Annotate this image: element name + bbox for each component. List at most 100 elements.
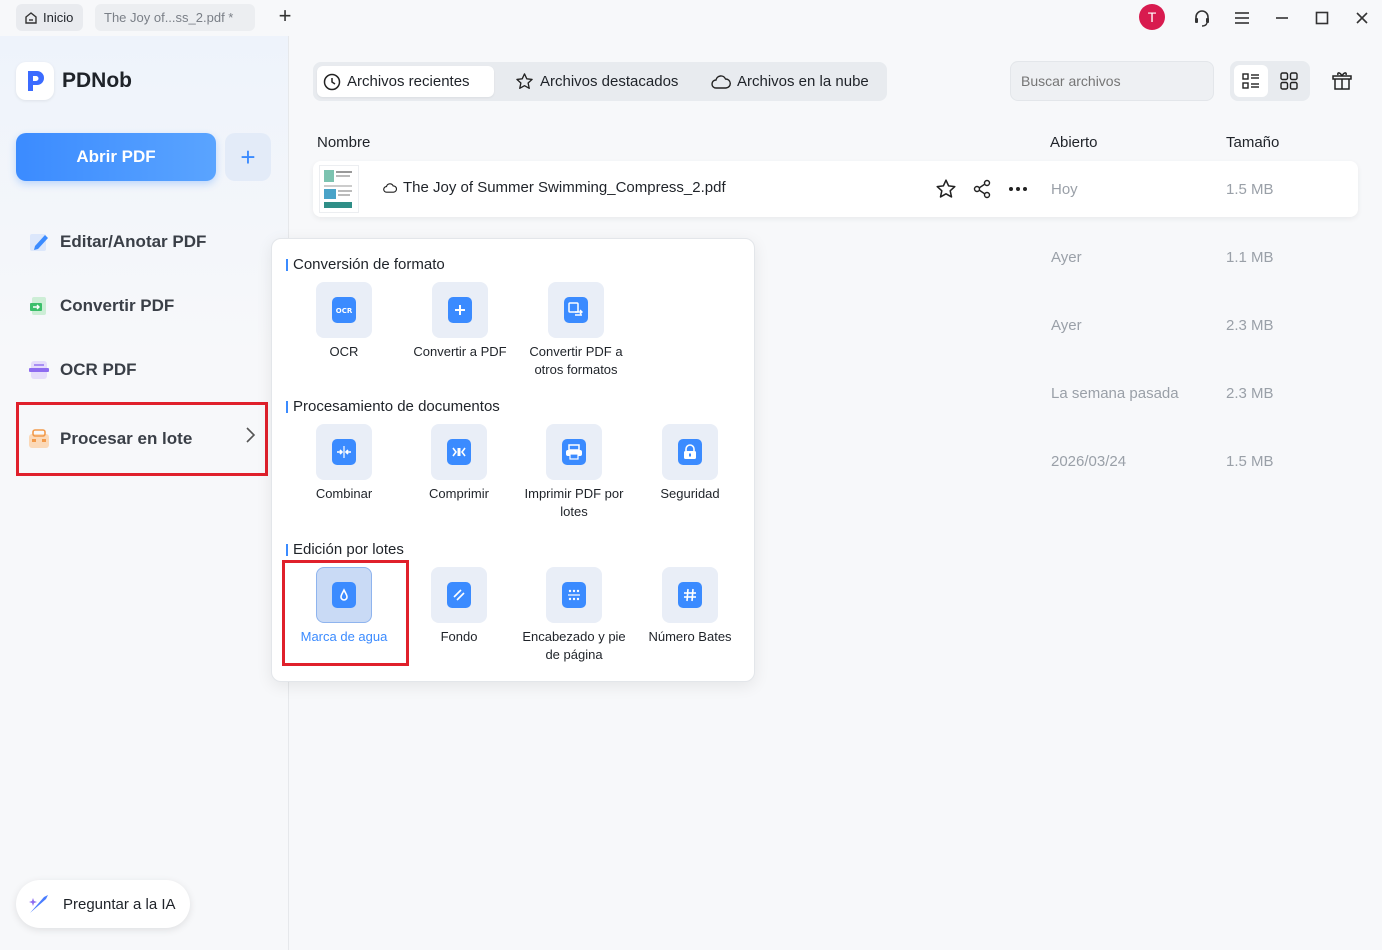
tool-batch-print[interactable]: Imprimir PDF por lotes xyxy=(518,424,630,521)
tool-convert-to-pdf[interactable]: Convertir a PDF xyxy=(404,282,516,361)
section-title-batch-editing: Edición por lotes xyxy=(286,542,404,557)
highlight-frame xyxy=(282,560,409,666)
tool-ocr[interactable]: OCR OCR xyxy=(288,282,400,361)
sidebar-item-label: Convertir PDF xyxy=(60,296,175,315)
app-logo: PDNob xyxy=(16,62,132,100)
hash-icon xyxy=(662,567,718,623)
sidebar-item-label: Procesar en lote xyxy=(60,429,193,448)
trash-icon[interactable] xyxy=(1330,69,1354,98)
section-title-format-conversion: Conversión de formato xyxy=(286,257,445,272)
tool-convert-pdf-to-formats[interactable]: Convertir PDF a otros formatos xyxy=(520,282,632,379)
tab-document[interactable]: The Joy of...ss_2.pdf * xyxy=(95,4,255,31)
ocr-icon xyxy=(26,357,52,383)
tool-label: Encabezado y pie de página xyxy=(522,629,626,662)
tool-header-footer[interactable]: Encabezado y pie de página xyxy=(518,567,630,664)
search-input[interactable] xyxy=(1010,61,1214,101)
tool-label: Seguridad xyxy=(660,486,720,501)
tab-label: Archivos destacados xyxy=(540,73,679,90)
list-view-icon[interactable] xyxy=(1234,65,1268,97)
background-icon xyxy=(431,567,487,623)
column-header-opened[interactable]: Abierto xyxy=(1050,134,1098,151)
tab-document-label: The Joy of...ss_2.pdf * xyxy=(104,10,234,25)
tab-label: Archivos recientes xyxy=(347,73,470,90)
tool-label: Convertir a PDF xyxy=(413,344,507,359)
tool-bates-number[interactable]: Número Bates xyxy=(634,567,746,646)
support-icon[interactable] xyxy=(1189,5,1215,31)
tool-label: OCR xyxy=(329,344,359,359)
file-thumbnail xyxy=(319,165,359,213)
sidebar-item-batch[interactable]: Procesar en lote xyxy=(16,402,268,476)
file-size: 2.3 MB xyxy=(1226,385,1274,402)
title-bar: Inicio The Joy of...ss_2.pdf * + T xyxy=(0,0,1382,36)
tab-home[interactable]: Inicio xyxy=(16,4,83,31)
file-opened: La semana pasada xyxy=(1051,385,1179,402)
merge-icon xyxy=(316,424,372,480)
minimize-icon[interactable] xyxy=(1269,5,1295,31)
sidebar-item-edit[interactable]: Editar/Anotar PDF xyxy=(16,210,268,274)
chevron-right-icon xyxy=(246,427,256,443)
menu-icon[interactable] xyxy=(1229,5,1255,31)
cloud-icon xyxy=(711,74,731,89)
section-title-document-processing: Procesamiento de documentos xyxy=(286,399,500,414)
add-button[interactable]: + xyxy=(225,133,271,181)
sidebar: PDNob Abrir PDF + Editar/Anotar PDF Conv… xyxy=(0,36,289,950)
maximize-icon[interactable] xyxy=(1309,5,1335,31)
lock-icon xyxy=(662,424,718,480)
convert-formats-icon xyxy=(548,282,604,338)
tool-security[interactable]: Seguridad xyxy=(634,424,746,503)
share-icon[interactable] xyxy=(972,178,992,205)
star-icon xyxy=(516,73,533,90)
file-size: 1.5 MB xyxy=(1226,181,1274,198)
tool-background[interactable]: Fondo xyxy=(403,567,515,646)
cloud-icon xyxy=(383,182,397,193)
sidebar-item-label: OCR PDF xyxy=(60,360,137,379)
tool-label: Imprimir PDF por lotes xyxy=(524,486,624,519)
header-footer-icon xyxy=(546,567,602,623)
batch-icon xyxy=(26,426,52,452)
open-pdf-button[interactable]: Abrir PDF xyxy=(16,133,216,181)
avatar-initial: T xyxy=(1147,9,1157,25)
svg-text:OCR: OCR xyxy=(336,307,353,315)
close-icon[interactable] xyxy=(1349,5,1375,31)
add-document-icon xyxy=(432,282,488,338)
file-size: 2.3 MB xyxy=(1226,317,1274,334)
tool-label: Comprimir xyxy=(429,486,489,501)
printer-icon xyxy=(546,424,602,480)
file-opened: Hoy xyxy=(1051,181,1078,198)
tool-combine[interactable]: Combinar xyxy=(288,424,400,503)
tab-cloud-files[interactable]: Archivos en la nube xyxy=(705,66,869,97)
star-icon[interactable] xyxy=(935,178,957,205)
tab-home-label: Inicio xyxy=(43,10,74,25)
sidebar-item-ocr[interactable]: OCR PDF xyxy=(16,338,268,402)
file-size: 1.5 MB xyxy=(1226,453,1274,470)
view-toggle xyxy=(1230,61,1310,101)
tab-starred-files[interactable]: Archivos destacados xyxy=(509,66,678,97)
more-options-icon[interactable] xyxy=(1007,179,1029,204)
sidebar-item-label: Editar/Anotar PDF xyxy=(60,232,207,251)
table-row[interactable]: The Joy of Summer Swimming_Compress_2.pd… xyxy=(313,161,1358,217)
edit-icon xyxy=(26,229,52,255)
app-name: PDNob xyxy=(62,69,132,92)
file-opened: Ayer xyxy=(1051,249,1082,266)
tool-label: Fondo xyxy=(440,629,478,644)
column-header-size[interactable]: Tamaño xyxy=(1226,134,1279,151)
ocr-tool-icon: OCR xyxy=(316,282,372,338)
tab-recent-files[interactable]: Archivos recientes xyxy=(317,66,494,97)
avatar[interactable]: T xyxy=(1139,4,1165,30)
ask-ai-label: Preguntar a la IA xyxy=(63,895,176,913)
column-header-name[interactable]: Nombre xyxy=(317,134,370,151)
tool-label: Número Bates xyxy=(648,629,732,644)
home-icon xyxy=(25,11,37,24)
new-tab-button[interactable]: + xyxy=(274,5,296,28)
grid-view-icon[interactable] xyxy=(1272,65,1306,97)
file-size: 1.1 MB xyxy=(1226,249,1274,266)
ask-ai-button[interactable]: Preguntar a la IA xyxy=(16,880,190,928)
tool-compress[interactable]: Comprimir xyxy=(403,424,515,503)
tool-label: Combinar xyxy=(315,486,373,501)
file-name[interactable]: The Joy of Summer Swimming_Compress_2.pd… xyxy=(383,179,726,196)
clock-icon xyxy=(323,73,341,90)
file-name-label: The Joy of Summer Swimming_Compress_2.pd… xyxy=(403,179,726,196)
compress-icon xyxy=(431,424,487,480)
sidebar-item-convert[interactable]: Convertir PDF xyxy=(16,274,268,338)
file-opened: 2026/03/24 xyxy=(1051,453,1127,470)
